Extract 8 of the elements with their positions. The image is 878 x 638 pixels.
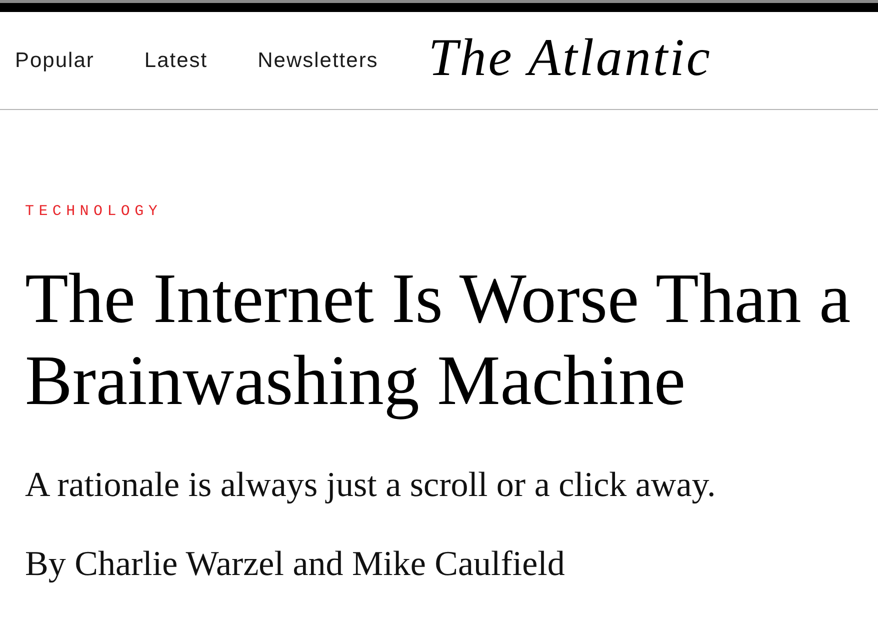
article-dek: A rationale is always just a scroll or a click away. (25, 465, 716, 505)
category-link[interactable]: TECHNOLOGY (25, 202, 162, 222)
site-logo[interactable]: The Atlantic (428, 32, 712, 85)
article-headline: The Internet Is Worse Than a Brainwashing Machine (25, 259, 852, 422)
nav-link[interactable]: Popular (15, 48, 94, 72)
nav-link[interactable]: Latest (144, 48, 208, 72)
nav-link[interactable]: Newsletters (258, 48, 378, 72)
article-byline: By Charlie Warzel and Mike Caulfield (25, 544, 565, 584)
